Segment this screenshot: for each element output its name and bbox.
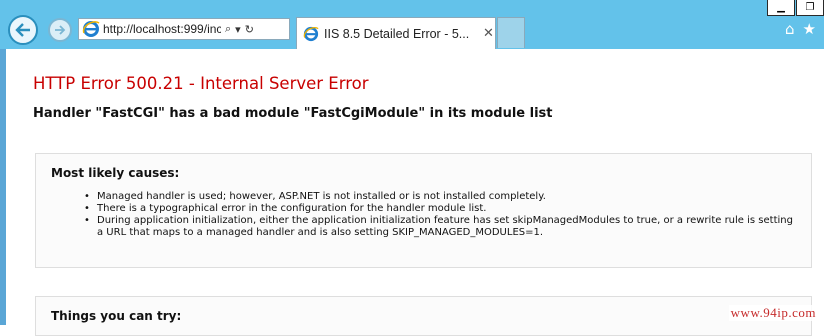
right-toolbar: ⌂ ★ (785, 22, 816, 37)
left-scroll-edge (0, 49, 6, 325)
error-subtitle: Handler "FastCGI" has a bad module "Fast… (33, 106, 553, 121)
cause-text: There is a typographical error in the co… (97, 203, 487, 214)
ie-icon (82, 21, 100, 37)
address-bar[interactable]: http://localhost:999/inc ⌕ ▾ ↻ (78, 18, 290, 40)
causes-panel: Most likely causes: • Managed handler is… (35, 153, 812, 268)
cause-text: Managed handler is used; however, ASP.NE… (97, 191, 546, 202)
page-content: HTTP Error 500.21 - Internal Server Erro… (0, 49, 824, 336)
bullet: • (84, 215, 90, 226)
back-arrow-icon (15, 23, 30, 37)
list-item: • Managed handler is used; however, ASP.… (84, 191, 799, 203)
forward-button[interactable] (48, 18, 72, 42)
bullet: • (84, 191, 90, 202)
home-icon[interactable]: ⌂ (785, 22, 795, 37)
causes-heading: Most likely causes: (51, 166, 180, 180)
minimize-button[interactable]: ▁ (767, 0, 795, 16)
close-tab-icon[interactable]: ✕ (483, 26, 494, 41)
window-controls: ▁ ❐ (766, 0, 824, 16)
refresh-icon[interactable]: ↻ (245, 23, 254, 36)
forward-arrow-icon (55, 25, 66, 35)
list-item: • There is a typographical error in the … (84, 203, 799, 215)
cause-text: During application initialization, eithe… (97, 215, 793, 238)
error-title: HTTP Error 500.21 - Internal Server Erro… (33, 74, 369, 93)
bullet: • (84, 203, 90, 214)
watermark: www.94ip.com (728, 305, 818, 321)
tab-ie-icon (303, 26, 319, 41)
favorites-icon[interactable]: ★ (803, 22, 816, 37)
tab-active[interactable]: IIS 8.5 Detailed Error - 5... ✕ (296, 17, 496, 49)
dropdown-icon[interactable]: ▾ (235, 23, 241, 36)
things-heading: Things you can try: (51, 309, 182, 323)
browser-chrome: ▁ ❐ http://localhost:999/inc ⌕ ▾ ↻ IIS 8… (0, 0, 824, 49)
tab-title: IIS 8.5 Detailed Error - 5... (324, 26, 470, 41)
new-tab-button[interactable] (497, 17, 525, 48)
causes-list: • Managed handler is used; however, ASP.… (84, 191, 799, 239)
back-button[interactable] (8, 15, 38, 45)
search-icon[interactable]: ⌕ (225, 22, 231, 36)
things-panel: Things you can try: (35, 296, 812, 336)
maximize-button[interactable]: ❐ (796, 0, 824, 16)
address-url[interactable]: http://localhost:999/inc (103, 22, 221, 36)
list-item: • During application initialization, eit… (84, 215, 799, 239)
